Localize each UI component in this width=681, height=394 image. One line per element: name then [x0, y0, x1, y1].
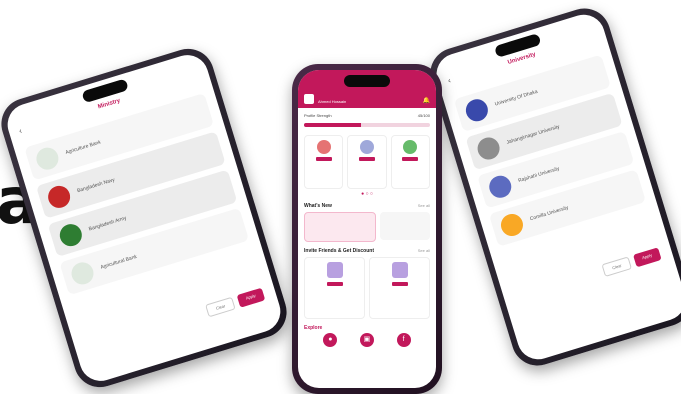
card-button[interactable]: [358, 157, 375, 161]
invite-button[interactable]: [391, 282, 408, 286]
category-logo: [403, 140, 418, 154]
apply-button[interactable]: Apply: [632, 247, 662, 268]
right-phone-screen: ‹ University University Of Dhaka Jahangi…: [431, 9, 681, 365]
university-logo: [498, 211, 526, 239]
avatar[interactable]: [304, 94, 314, 104]
clear-button[interactable]: Clear: [205, 296, 236, 318]
invite-cards: [298, 257, 436, 319]
section-header: What's New See all: [298, 197, 436, 212]
category-logo: [316, 140, 331, 154]
news-card[interactable]: [304, 212, 376, 242]
card-button[interactable]: [315, 157, 332, 161]
explore-icon[interactable]: ▣: [359, 333, 374, 347]
left-phone-mockup: ‹ Ministry Agriculture Bank Bangladesh N…: [0, 42, 294, 394]
list-item-label: Rajshahi University: [517, 165, 561, 185]
explore-icons: ● ▣ f: [298, 333, 436, 347]
ministry-logo: [33, 144, 62, 173]
profile-strength-label: Profile Strength: [304, 113, 332, 118]
right-phone-mockup: ‹ University University Of Dhaka Jahangi…: [423, 2, 681, 372]
category-cards: [298, 127, 436, 191]
profile-strength-row: Profile Strength 45/100: [298, 108, 436, 123]
list-item-label: Bangladesh Navy: [76, 177, 116, 195]
category-card[interactable]: [304, 135, 344, 189]
notification-icon[interactable]: 🔔: [423, 97, 430, 104]
ministry-logo: [68, 259, 97, 288]
ministry-logo: [45, 183, 73, 211]
section-title: Explore: [304, 325, 323, 331]
explore-icon[interactable]: ●: [323, 333, 338, 347]
apply-button[interactable]: Apply: [236, 287, 266, 308]
list-item-label: Bangladesh Army: [88, 215, 128, 233]
section-header: Invite Friends & Get Discount See all: [298, 242, 436, 257]
university-logo: [463, 96, 491, 124]
center-phone-mockup: Ahmed Hossain 🔔 Profile Strength 45/100 …: [292, 64, 442, 394]
ministry-logo: [57, 221, 85, 249]
gift-icon: [391, 262, 408, 278]
section-title: Invite Friends & Get Discount: [304, 248, 375, 254]
facebook-icon[interactable]: f: [396, 333, 411, 347]
user-name: Ahmed Hossain: [318, 99, 347, 104]
university-logo: [486, 173, 515, 201]
invite-card[interactable]: [369, 257, 430, 319]
category-card[interactable]: [347, 135, 387, 189]
phone-notch: [344, 75, 390, 87]
list-item-label: Agriculture Bank: [64, 139, 102, 156]
left-phone-screen: ‹ Ministry Agriculture Bank Bangladesh N…: [2, 49, 286, 387]
category-logo: [359, 140, 374, 154]
news-card[interactable]: [380, 212, 430, 240]
clear-button[interactable]: Clear: [601, 256, 633, 277]
section-title: What's New: [304, 203, 332, 209]
news-carousel: [298, 212, 436, 242]
invite-button[interactable]: [326, 282, 343, 286]
university-logo: [474, 134, 503, 163]
category-card[interactable]: [390, 135, 430, 189]
list-item-label: Agricultural Bank: [99, 253, 138, 271]
list-item-label: Comilla University: [529, 204, 570, 223]
center-phone-screen: Ahmed Hossain 🔔 Profile Strength 45/100 …: [298, 70, 436, 388]
see-all-link[interactable]: See all: [418, 248, 430, 254]
gift-icon: [326, 262, 343, 278]
invite-card[interactable]: [304, 257, 365, 319]
card-button[interactable]: [402, 157, 419, 161]
see-all-link[interactable]: See all: [418, 203, 430, 209]
profile-strength-value: 45/100: [417, 113, 430, 118]
list-item-label: Jahangirnagar University: [505, 123, 561, 146]
list-item-label: University Of Dhaka: [494, 88, 539, 108]
